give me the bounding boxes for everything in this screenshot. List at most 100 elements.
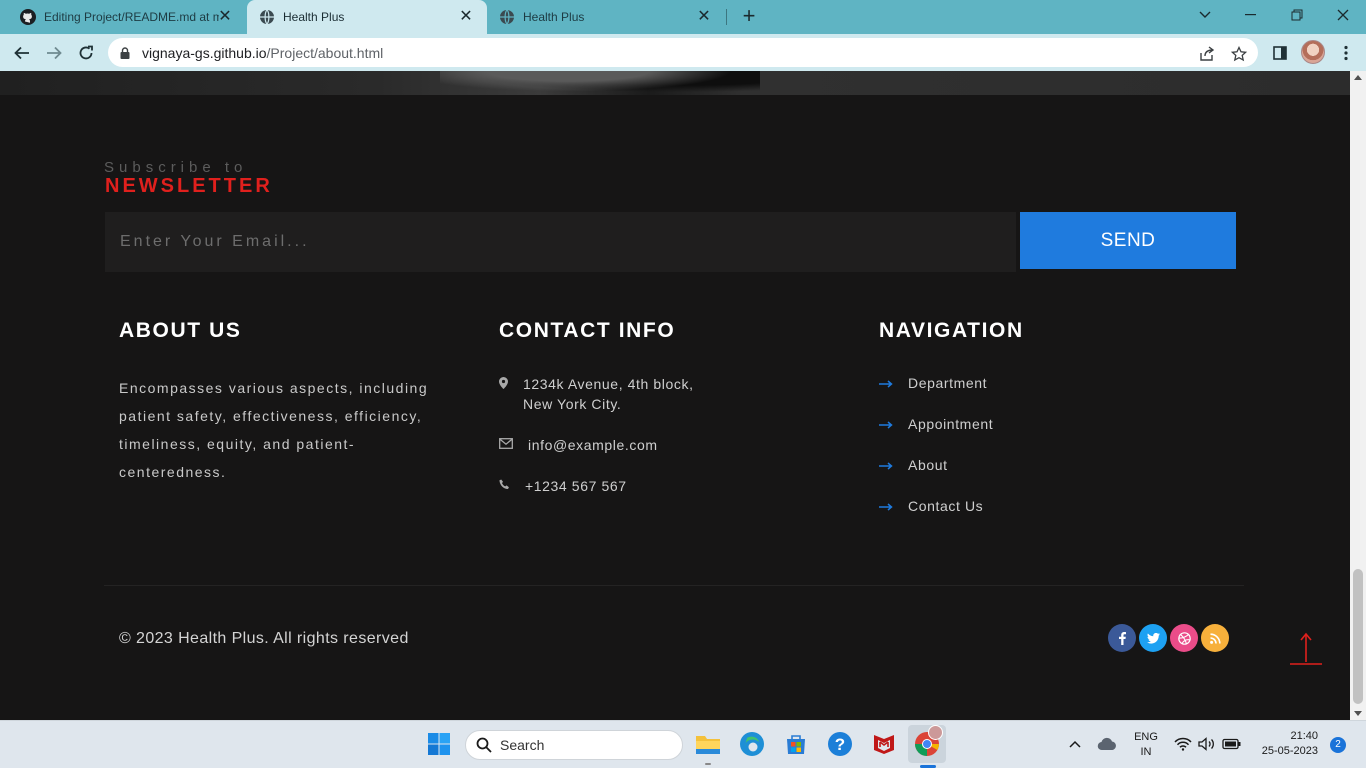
back-button[interactable] — [10, 41, 34, 65]
navigation-title: NAVIGATION — [879, 319, 1024, 342]
nav-link-label[interactable]: Department — [908, 375, 987, 391]
tab-search-button[interactable] — [1182, 0, 1228, 30]
contact-phone[interactable]: +1234 567 567 — [499, 476, 627, 496]
more-menu-icon[interactable] — [1334, 41, 1358, 65]
search-icon — [476, 737, 492, 753]
contact-email[interactable]: info@example.com — [499, 435, 658, 455]
running-indicator — [705, 763, 711, 765]
nav-link-label[interactable]: About — [908, 457, 948, 473]
nav-link-label[interactable]: Contact Us — [908, 498, 983, 514]
tab-readme[interactable]: Editing Project/README.md at m ✕ — [0, 0, 246, 34]
windows-start-icon[interactable] — [424, 729, 454, 759]
about-title: ABOUT US — [119, 319, 242, 342]
globe-icon — [499, 9, 515, 25]
rss-icon[interactable] — [1201, 624, 1229, 652]
close-icon[interactable]: ✕ — [457, 8, 475, 26]
email-input[interactable] — [105, 212, 1016, 272]
minimize-button[interactable] — [1228, 0, 1274, 30]
page-scrollbar[interactable] — [1350, 71, 1366, 720]
phone-icon — [499, 476, 525, 490]
nav-link-about[interactable]: About — [879, 457, 948, 473]
help-icon[interactable]: ? — [825, 729, 855, 759]
scroll-down-arrow-icon[interactable] — [1354, 711, 1362, 716]
share-icon[interactable] — [1198, 45, 1216, 63]
nav-link-contact-us[interactable]: Contact Us — [879, 498, 983, 514]
contact-title: CONTACT INFO — [499, 319, 676, 342]
nav-link-appointment[interactable]: Appointment — [879, 416, 993, 432]
time-text: 21:40 — [1290, 730, 1318, 742]
chevron-up-icon[interactable] — [1062, 729, 1088, 759]
tab-title: Health Plus — [523, 10, 585, 24]
microsoft-store-icon[interactable] — [781, 729, 811, 759]
globe-icon — [259, 9, 275, 25]
email-text[interactable]: info@example.com — [528, 435, 658, 455]
back-to-top-arrow-icon[interactable] — [1289, 631, 1323, 667]
file-explorer-icon[interactable] — [693, 729, 723, 759]
arrow-right-icon — [879, 457, 908, 473]
reload-button[interactable] — [74, 41, 98, 65]
about-text: Encompasses various aspects, including p… — [119, 380, 429, 480]
scroll-up-arrow-icon[interactable] — [1354, 75, 1362, 80]
language-indicator[interactable]: ENG IN — [1128, 731, 1164, 758]
browser-toolbar: vignaya-gs.github.io/Project/about.html — [0, 34, 1366, 71]
svg-text:?: ? — [835, 735, 845, 754]
map-pin-icon — [499, 374, 523, 389]
language-text: ENG — [1134, 731, 1158, 743]
mcafee-icon[interactable] — [869, 729, 899, 759]
tab-health-plus[interactable]: Health Plus ✕ — [487, 0, 725, 34]
scrollbar-thumb[interactable] — [1353, 569, 1363, 704]
copyright-text: © 2023 Health Plus. All rights reserved — [119, 630, 409, 647]
contact-address: 1234k Avenue, 4th block, New York City. — [499, 374, 694, 414]
url-host: vignaya-gs.github.io — [142, 45, 267, 61]
arrow-right-icon — [879, 375, 908, 391]
newsletter-subtitle: Subscribe to — [104, 159, 248, 176]
wifi-icon[interactable] — [1170, 729, 1196, 759]
tab-separator — [726, 9, 727, 25]
tab-title: Health Plus — [283, 10, 345, 24]
close-icon[interactable]: ✕ — [695, 8, 713, 26]
phone-text[interactable]: +1234 567 567 — [525, 476, 627, 496]
arrow-right-icon — [879, 498, 908, 514]
dribbble-icon[interactable] — [1170, 624, 1198, 652]
tab-title: Editing Project/README.md at m — [44, 10, 219, 24]
tab-health-plus-active[interactable]: Health Plus ✕ — [247, 0, 487, 34]
new-tab-button[interactable]: + — [738, 5, 760, 28]
notification-badge[interactable]: 2 — [1330, 737, 1346, 753]
clock[interactable]: 21:40 25-05-2023 — [1250, 730, 1330, 757]
hero-image-shape — [440, 71, 760, 95]
onedrive-cloud-icon[interactable] — [1094, 729, 1120, 759]
footer-divider — [104, 585, 1244, 586]
close-window-button[interactable] — [1320, 0, 1366, 30]
date-text: 25-05-2023 — [1261, 745, 1318, 757]
nav-link-label[interactable]: Appointment — [908, 416, 993, 432]
chrome-profile-badge — [928, 725, 943, 740]
address-line-1: 1234k Avenue, 4th block, — [523, 376, 694, 392]
address-bar[interactable]: vignaya-gs.github.io/Project/about.html — [108, 38, 1258, 67]
volume-icon[interactable] — [1194, 729, 1220, 759]
facebook-icon[interactable] — [1108, 624, 1136, 652]
nav-link-department[interactable]: Department — [879, 375, 987, 391]
url-path: /Project/about.html — [266, 45, 384, 61]
close-icon[interactable]: ✕ — [216, 8, 234, 26]
url-text[interactable]: vignaya-gs.github.io/Project/about.html — [142, 45, 383, 61]
region-text: IN — [1140, 746, 1152, 758]
address-line-2: New York City. — [523, 396, 622, 412]
lock-icon[interactable] — [120, 46, 130, 64]
side-panel-icon[interactable] — [1268, 41, 1292, 65]
taskbar-search-box[interactable]: Search — [465, 730, 683, 760]
envelope-icon — [499, 435, 528, 449]
page-viewport: Subscribe to NEWSLETTER SEND ABOUT US En… — [0, 71, 1350, 720]
browser-tab-bar: Editing Project/README.md at m ✕ Health … — [0, 0, 1366, 34]
twitter-icon[interactable] — [1139, 624, 1167, 652]
forward-button[interactable] — [42, 41, 66, 65]
bookmark-star-icon[interactable] — [1230, 45, 1248, 63]
edge-icon[interactable] — [737, 729, 767, 759]
profile-avatar[interactable] — [1301, 40, 1325, 64]
hero-image-bottom — [0, 71, 1350, 95]
newsletter-title: NEWSLETTER — [105, 175, 273, 197]
battery-icon[interactable] — [1218, 729, 1246, 759]
restore-button[interactable] — [1274, 0, 1320, 30]
send-button[interactable]: SEND — [1020, 212, 1236, 269]
search-label: Search — [500, 737, 545, 753]
taskbar: Search ? ENG IN 21:40 25-05-2023 2 — [0, 720, 1366, 768]
